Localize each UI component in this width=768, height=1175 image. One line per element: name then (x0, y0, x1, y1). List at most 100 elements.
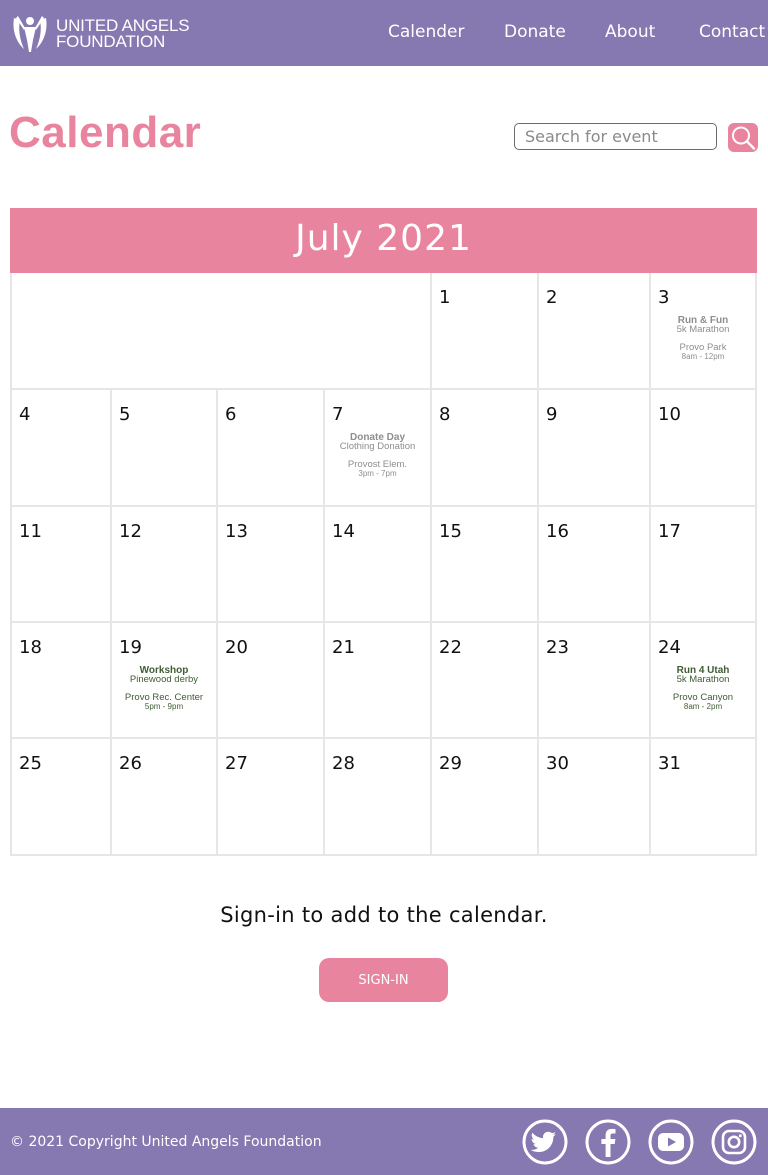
calendar-grid: 1 2 3 Run & Fun 5k Marathon Provo Park 8am - 1… (10, 273, 757, 856)
calendar-day-cell[interactable]: 19 Workshop Pinewood derby Provo Rec. Cente… (112, 623, 218, 739)
signin-prompt: Sign-in to add to the calendar. (220, 903, 548, 927)
site-footer: © 2021 Copyright United Angels Foundatio… (0, 1108, 768, 1175)
event-subtitle: Clothing Donation (339, 441, 416, 452)
calendar-day-cell[interactable]: 24 Run 4 Utah 5k Marathon Provo Canyon 8am -… (651, 623, 757, 739)
event-time: 5pm - 9pm (144, 702, 184, 711)
day-number: 17 (658, 521, 681, 542)
day-number: 28 (332, 753, 355, 774)
calendar-empty-cell (10, 273, 432, 390)
calendar-day-cell[interactable]: 23 (539, 623, 651, 739)
page-title: Calendar (9, 108, 202, 157)
day-number: 13 (225, 521, 248, 542)
site-header: UNITED ANGELS FOUNDATION Calender Donate… (0, 0, 768, 66)
day-number: 25 (19, 753, 42, 774)
day-number: 4 (19, 404, 31, 425)
calendar-day-cell[interactable]: 26 (112, 739, 218, 856)
calendar-day-cell[interactable]: 5 (112, 390, 218, 507)
logo-wordmark[interactable]: UNITED ANGELS FOUNDATION (56, 17, 190, 51)
calendar-day-cell[interactable]: 12 (112, 507, 218, 623)
event-location: Provo Rec. Center (124, 692, 204, 703)
calendar-day-cell[interactable]: 21 (325, 623, 432, 739)
event-location: Provo Canyon (672, 692, 734, 703)
calendar-day-cell[interactable]: 16 (539, 507, 651, 623)
angel-logo-icon[interactable] (10, 12, 50, 54)
event-time: 8am - 2pm (683, 702, 723, 711)
calendar-day-cell[interactable]: 30 (539, 739, 651, 856)
day-number: 10 (658, 404, 681, 425)
search-button[interactable] (728, 123, 758, 152)
day-number: 6 (225, 404, 237, 425)
calendar-event[interactable]: Donate Day Clothing Donation Provost Elem.… (325, 433, 430, 479)
day-number: 14 (332, 521, 355, 542)
calendar-event[interactable]: Run & Fun 5k Marathon Provo Park 8am - 12pm (651, 316, 755, 362)
calendar-day-cell[interactable]: 17 (651, 507, 757, 623)
calendar-day-cell[interactable]: 28 (325, 739, 432, 856)
calendar-day-cell[interactable]: 14 (325, 507, 432, 623)
calendar-day-cell[interactable]: 15 (432, 507, 539, 623)
calendar-day-cell[interactable]: 13 (218, 507, 325, 623)
calendar-day-cell[interactable]: 7 Donate Day Clothing Donation Provost Elem… (325, 390, 432, 507)
calendar-day-cell[interactable]: 29 (432, 739, 539, 856)
event-subtitle: 5k Marathon (676, 324, 730, 335)
day-number: 22 (439, 637, 462, 658)
event-location: Provost Elem. (347, 459, 408, 470)
calendar-event[interactable]: Workshop Pinewood derby Provo Rec. Center 5… (112, 666, 216, 712)
facebook-icon[interactable] (585, 1119, 631, 1165)
calendar-event[interactable]: Run 4 Utah 5k Marathon Provo Canyon 8am - 2… (651, 666, 755, 712)
instagram-icon[interactable] (711, 1119, 757, 1165)
calendar-day-cell[interactable]: 4 (10, 390, 112, 507)
nav-about[interactable]: About (605, 22, 655, 42)
day-number: 15 (439, 521, 462, 542)
nav-contact[interactable]: Contact (699, 22, 765, 42)
calendar-day-cell[interactable]: 6 (218, 390, 325, 507)
day-number: 21 (332, 637, 355, 658)
day-number: 18 (19, 637, 42, 658)
event-location: Provo Park (679, 342, 727, 353)
calendar-day-cell[interactable]: 27 (218, 739, 325, 856)
calendar-day-cell[interactable]: 2 (539, 273, 651, 390)
calendar-day-cell[interactable]: 31 (651, 739, 757, 856)
event-time: 3pm - 7pm (358, 469, 397, 478)
youtube-icon[interactable] (648, 1119, 694, 1165)
calendar-day-cell[interactable]: 8 (432, 390, 539, 507)
calendar-day-cell[interactable]: 25 (10, 739, 112, 856)
day-number: 20 (225, 637, 248, 658)
day-number: 5 (119, 404, 131, 425)
event-subtitle: 5k Marathon (676, 674, 730, 685)
day-number: 30 (546, 753, 569, 774)
day-number: 12 (119, 521, 142, 542)
day-number: 16 (546, 521, 569, 542)
signin-button[interactable]: SIGN-IN (319, 958, 448, 1002)
day-number: 29 (439, 753, 462, 774)
calendar-day-cell[interactable]: 1 (432, 273, 539, 390)
calendar-day-cell[interactable]: 3 Run & Fun 5k Marathon Provo Park 8am - 12p… (651, 273, 757, 390)
day-number: 9 (546, 404, 558, 425)
nav-donate[interactable]: Donate (504, 22, 566, 42)
day-number: 24 (658, 637, 681, 658)
day-number: 11 (19, 521, 42, 542)
calendar-day-cell[interactable]: 11 (10, 507, 112, 623)
logo-line-2: FOUNDATION (56, 32, 166, 51)
day-number: 19 (119, 637, 142, 658)
calendar-month-header: July 2021 (10, 208, 757, 273)
calendar-day-cell[interactable]: 9 (539, 390, 651, 507)
day-number: 26 (119, 753, 142, 774)
day-number: 23 (546, 637, 569, 658)
day-number: 3 (658, 287, 670, 308)
nav-calender[interactable]: Calender (388, 22, 464, 42)
copyright-text: © 2021 Copyright United Angels Foundatio… (10, 1134, 322, 1150)
day-number: 27 (225, 753, 248, 774)
calendar-day-cell[interactable]: 22 (432, 623, 539, 739)
day-number: 7 (332, 404, 344, 425)
calendar-day-cell[interactable]: 18 (10, 623, 112, 739)
calendar-day-cell[interactable]: 20 (218, 623, 325, 739)
calendar-day-cell[interactable]: 10 (651, 390, 757, 507)
search-input[interactable] (514, 123, 717, 150)
event-time: 8am - 12pm (681, 352, 725, 361)
event-subtitle: Pinewood derby (129, 674, 199, 685)
day-number: 1 (439, 287, 451, 308)
day-number: 31 (658, 753, 681, 774)
search-icon (732, 126, 756, 150)
twitter-icon[interactable] (522, 1119, 568, 1165)
day-number: 2 (546, 287, 558, 308)
